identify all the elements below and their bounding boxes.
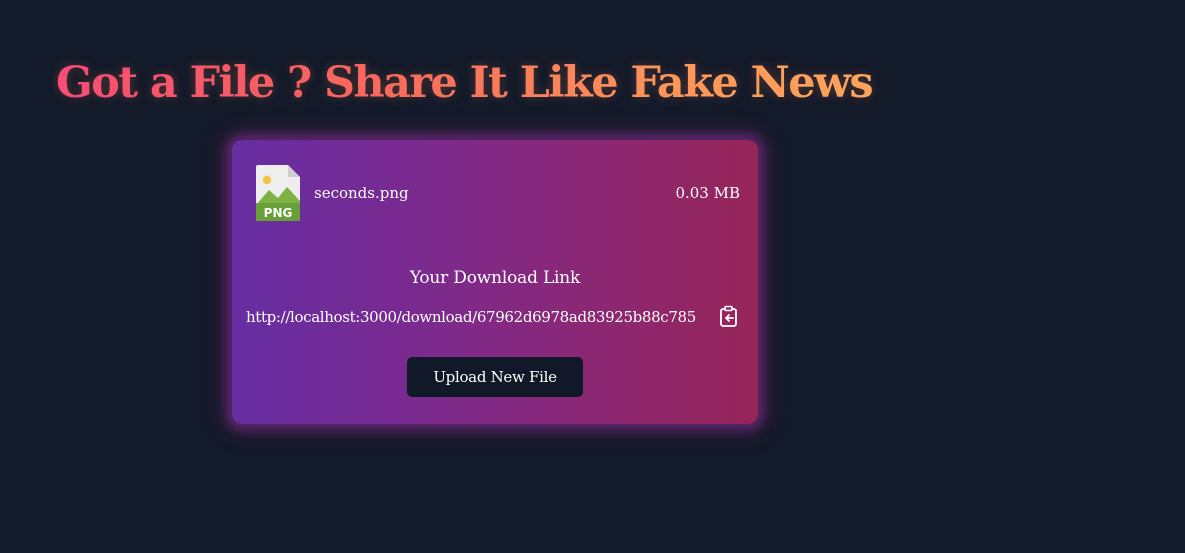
download-link-url[interactable]: http://localhost:3000/download/67962d697…: [246, 307, 696, 327]
file-info-row: PNG seconds.png 0.03 MB: [256, 165, 740, 223]
file-size: 0.03 MB: [675, 184, 740, 202]
download-link-heading: Your Download Link: [409, 268, 581, 288]
upload-new-file-button[interactable]: Upload New File: [407, 357, 583, 397]
file-name: seconds.png: [314, 184, 409, 202]
page-title: Got a File ? Share It Like Fake News: [56, 52, 874, 114]
copy-link-button[interactable]: [718, 305, 740, 329]
png-file-icon-label: PNG: [264, 206, 293, 220]
clipboard-copy-icon: [720, 305, 737, 327]
file-share-card: PNG seconds.png 0.03 MB Your Download Li…: [232, 140, 758, 424]
download-link-row: http://localhost:3000/download/67962d697…: [246, 305, 746, 329]
png-file-icon: PNG: [256, 165, 300, 221]
